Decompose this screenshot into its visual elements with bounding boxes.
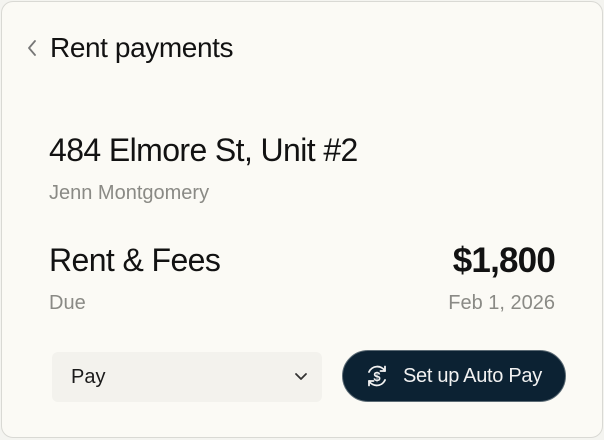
- chevron-left-icon: [28, 40, 36, 56]
- page-title: Rent payments: [50, 32, 234, 63]
- due-date: Feb 1, 2026: [448, 292, 555, 314]
- charge-label: Rent & Fees: [49, 242, 221, 278]
- svg-text:$: $: [373, 369, 381, 384]
- payment-method-value: Pay: [71, 365, 106, 388]
- payment-method-select[interactable]: Pay: [52, 352, 322, 402]
- header: Rent payments: [23, 30, 234, 66]
- charge-amount: $1,800: [452, 241, 556, 280]
- rent-payments-card: Rent payments 484 Elmore St, Unit #2 Jen…: [1, 1, 603, 438]
- tenant-name: Jenn Montgomery: [49, 182, 210, 204]
- chevron-down-icon: [295, 373, 307, 380]
- charge-status: Due: [49, 292, 86, 314]
- setup-autopay-button[interactable]: $ Set up Auto Pay: [342, 350, 566, 402]
- autopay-icon: $: [368, 365, 386, 387]
- back-button[interactable]: [23, 30, 41, 66]
- property-address: 484 Elmore St, Unit #2: [49, 132, 358, 168]
- setup-autopay-label: Set up Auto Pay: [403, 364, 542, 387]
